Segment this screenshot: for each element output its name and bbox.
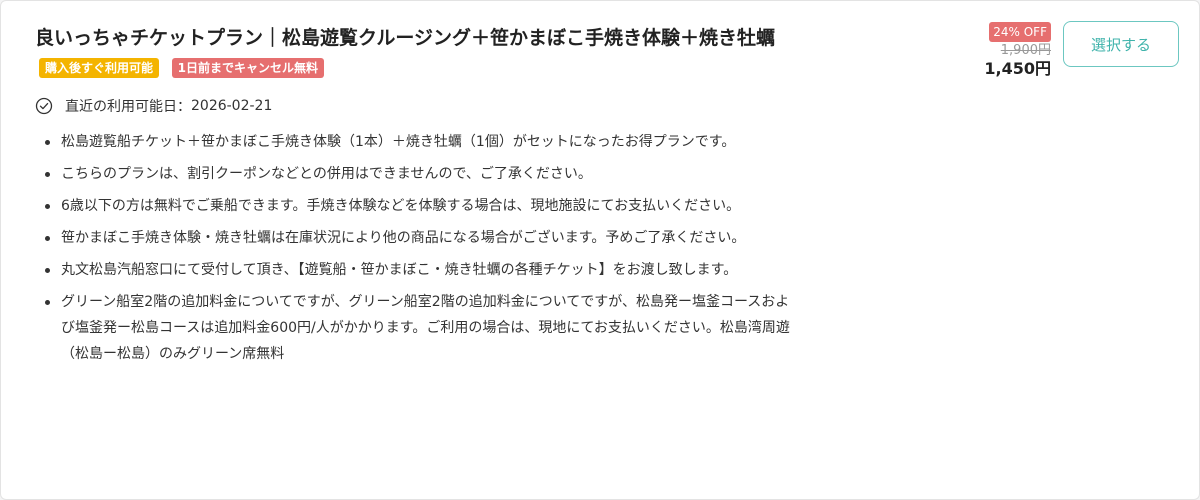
plan-note: 松島遊覧船チケット＋笹かまぼこ手焼き体験（1本）＋焼き牡蠣（1個）がセットになっ… — [35, 129, 795, 155]
current-price: 1,450円 — [984, 59, 1051, 78]
plan-note: 笹かまぼこ手焼き体験・焼き牡蠣は在庫状況により他の商品になる場合がございます。予… — [35, 225, 795, 251]
plan-card: 良いっちゃチケットプラン｜松島遊覧クルージング＋笹かまぼこ手焼き体験＋焼き牡蠣 … — [0, 0, 1200, 500]
instant-use-badge: 購入後すぐ利用可能 — [39, 58, 160, 78]
bullet-dot — [45, 140, 50, 145]
plan-note: こちらのプランは、割引クーポンなどとの併用はできませんので、ご了承ください。 — [35, 161, 795, 187]
bullet-dot — [45, 204, 50, 209]
availability-label: 直近の利用可能日： — [65, 99, 191, 115]
plan-title-block: 良いっちゃチケットプラン｜松島遊覧クルージング＋笹かまぼこ手焼き体験＋焼き牡蠣 … — [35, 23, 795, 85]
plan-title: 良いっちゃチケットプラン｜松島遊覧クルージング＋笹かまぼこ手焼き体験＋焼き牡蠣 — [35, 27, 776, 49]
discount-badge: 24% OFF — [989, 22, 1051, 42]
availability-date: 2026-02-21 — [191, 98, 273, 114]
availability-row: 直近の利用可能日： 2026-02-21 — [35, 96, 795, 116]
bullet-dot — [45, 236, 50, 241]
plan-content: 良いっちゃチケットプラン｜松島遊覧クルージング＋笹かまぼこ手焼き体験＋焼き牡蠣 … — [35, 23, 795, 373]
price-area: 24% OFF 1,900円 1,450円 — [961, 21, 1051, 80]
bullet-dot — [45, 268, 50, 273]
select-button[interactable]: 選択する — [1063, 21, 1179, 67]
plan-note: 6歳以下の方は無料でご乗船できます。手焼き体験などを体験する場合は、現地施設にて… — [35, 193, 795, 219]
free-cancel-badge: 1日前までキャンセル無料 — [171, 58, 324, 78]
bullet-dot — [45, 300, 50, 305]
original-price: 1,900円 — [1000, 43, 1051, 58]
plan-note: 丸文松島汽船窓口にて受付して頂き、【遊覧船・笹かまぼこ・焼き牡蠣の各種チケット】… — [35, 257, 795, 283]
bullet-dot — [45, 172, 50, 177]
plan-notes-list: 松島遊覧船チケット＋笹かまぼこ手焼き体験（1本）＋焼き牡蠣（1個）がセットになっ… — [35, 129, 795, 367]
plan-note: グリーン船室2階の追加料金についてですが、グリーン船室2階の追加料金についてです… — [35, 289, 795, 367]
check-circle-icon — [35, 97, 53, 115]
